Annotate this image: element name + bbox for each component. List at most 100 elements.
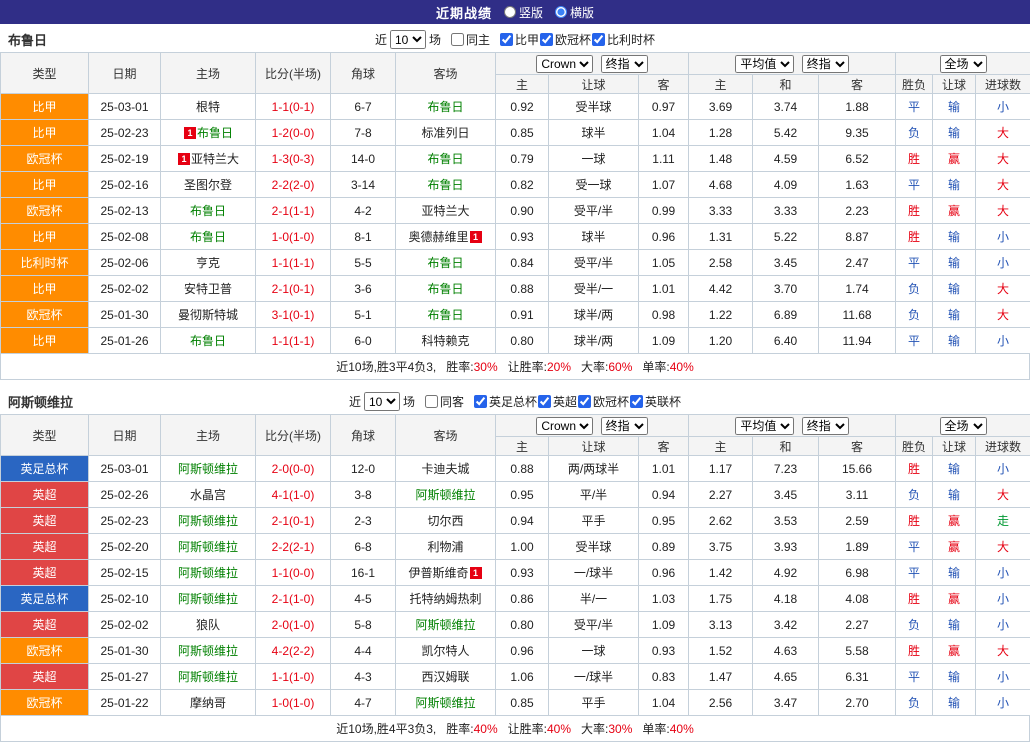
home-team-name[interactable]: 水晶宫 xyxy=(190,488,226,502)
home-team-name[interactable]: 布鲁日 xyxy=(197,126,233,140)
home-team-name[interactable]: 阿斯顿维拉 xyxy=(178,462,238,476)
home-team-name[interactable]: 阿斯顿维拉 xyxy=(178,644,238,658)
same-venue-filter[interactable]: 同主 xyxy=(450,31,490,48)
home-team-name[interactable]: 布鲁日 xyxy=(190,204,226,218)
outcome-cell: 胜 xyxy=(896,224,933,250)
red-card-icon: 1 xyxy=(178,153,190,165)
recent-count-select[interactable]: 10 xyxy=(390,30,426,49)
league-checkbox[interactable] xyxy=(538,395,551,408)
away-team-name[interactable]: 阿斯顿维拉 xyxy=(415,618,475,632)
league-checkbox[interactable] xyxy=(578,395,591,408)
layout-horizontal-option[interactable]: 横版 xyxy=(555,4,594,21)
avg-draw-cell: 5.22 xyxy=(753,224,819,250)
odds-stage-select[interactable]: 终指 xyxy=(601,55,648,73)
home-team-name[interactable]: 亚特兰大 xyxy=(191,152,239,166)
average-select[interactable]: 平均值 xyxy=(735,417,794,435)
odds-home-cell: 0.94 xyxy=(496,508,549,534)
away-team-name[interactable]: 奥德赫维里 xyxy=(408,230,468,244)
goals-result-cell: 大 xyxy=(976,638,1030,664)
handicap-result-cell: 赢 xyxy=(933,508,976,534)
league-filter[interactable]: 欧冠杯 xyxy=(539,31,591,48)
match-row: 比甲 25-02-23 1布鲁日1 1-2(0-0) 7-8 1标准列日1 0.… xyxy=(1,120,1030,146)
home-team-name[interactable]: 阿斯顿维拉 xyxy=(178,670,238,684)
stat-value: 40% xyxy=(547,722,571,736)
away-team-name[interactable]: 阿斯顿维拉 xyxy=(415,488,475,502)
away-team-name[interactable]: 利物浦 xyxy=(427,540,463,554)
league-filter[interactable]: 英超 xyxy=(537,393,577,410)
away-team-name[interactable]: 科特赖克 xyxy=(421,334,469,348)
home-team-name[interactable]: 布鲁日 xyxy=(190,334,226,348)
same-venue-checkbox[interactable] xyxy=(451,33,464,46)
odds-away-cell: 0.83 xyxy=(639,664,689,690)
bookmaker-select[interactable]: Crown xyxy=(536,55,593,73)
avg-away-cell: 1.63 xyxy=(819,172,896,198)
team-section: 阿斯顿维拉 近 10 场 同客 英足总杯 xyxy=(0,389,1030,742)
away-team-name[interactable]: 卡迪夫城 xyxy=(421,462,469,476)
league-filter-label: 英联杯 xyxy=(645,393,681,410)
corners-cell: 7-8 xyxy=(331,120,396,146)
league-type-cell: 欧冠杯 xyxy=(1,198,89,224)
home-team-name[interactable]: 阿斯顿维拉 xyxy=(178,540,238,554)
recent-count-select[interactable]: 10 xyxy=(364,392,400,411)
goals-result-cell: 大 xyxy=(976,276,1030,302)
home-team-name[interactable]: 布鲁日 xyxy=(190,230,226,244)
away-team-name[interactable]: 托特纳姆热刺 xyxy=(409,592,481,606)
league-filter[interactable]: 比利时杯 xyxy=(591,31,655,48)
vertical-layout-radio[interactable] xyxy=(504,6,516,18)
odds-away-cell: 1.09 xyxy=(639,612,689,638)
league-checkbox[interactable] xyxy=(592,33,605,46)
league-filter[interactable]: 英足总杯 xyxy=(473,393,537,410)
away-team-name[interactable]: 凯尔特人 xyxy=(421,644,469,658)
away-team-name[interactable]: 切尔西 xyxy=(427,514,463,528)
home-team-cell: 1阿斯顿维拉1 xyxy=(161,638,256,664)
average-select[interactable]: 平均值 xyxy=(735,55,794,73)
odds-stage-select[interactable]: 终指 xyxy=(601,417,648,435)
away-team-name[interactable]: 西汉姆联 xyxy=(421,670,469,684)
same-venue-checkbox[interactable] xyxy=(425,395,438,408)
same-venue-filter[interactable]: 同客 xyxy=(424,393,464,410)
average-stage-select[interactable]: 终指 xyxy=(802,417,849,435)
league-checkbox[interactable] xyxy=(474,395,487,408)
away-team-name[interactable]: 布鲁日 xyxy=(427,308,463,322)
average-stage-select[interactable]: 终指 xyxy=(802,55,849,73)
layout-vertical-option[interactable]: 竖版 xyxy=(504,4,543,21)
league-checkbox[interactable] xyxy=(500,33,513,46)
avg-away-cell: 11.68 xyxy=(819,302,896,328)
home-team-name[interactable]: 安特卫普 xyxy=(184,282,232,296)
match-row: 英超 25-02-02 1狼队1 2-0(1-0) 5-8 1阿斯顿维拉1 0.… xyxy=(1,612,1030,638)
home-team-name[interactable]: 根特 xyxy=(196,100,220,114)
home-team-name[interactable]: 亨克 xyxy=(196,256,220,270)
away-team-name[interactable]: 布鲁日 xyxy=(427,256,463,270)
home-team-name[interactable]: 摩纳哥 xyxy=(190,696,226,710)
summary-record: 近10场,胜4平3负3, xyxy=(336,720,436,737)
league-filter[interactable]: 比甲 xyxy=(499,31,539,48)
scope-select[interactable]: 全场 xyxy=(940,417,987,435)
away-team-name[interactable]: 布鲁日 xyxy=(427,100,463,114)
avg-away-cell: 1.88 xyxy=(819,94,896,120)
away-team-name[interactable]: 伊普斯维奇 xyxy=(408,566,468,580)
bookmaker-select[interactable]: Crown xyxy=(536,417,593,435)
home-team-name[interactable]: 圣图尔登 xyxy=(184,178,232,192)
odds-away-cell: 0.96 xyxy=(639,224,689,250)
league-filter[interactable]: 英联杯 xyxy=(629,393,681,410)
home-team-name[interactable]: 阿斯顿维拉 xyxy=(178,592,238,606)
away-team-name[interactable]: 亚特兰大 xyxy=(421,204,469,218)
away-team-name[interactable]: 阿斯顿维拉 xyxy=(415,696,475,710)
score-cell: 2-1(0-1) xyxy=(256,276,331,302)
league-checkbox[interactable] xyxy=(540,33,553,46)
date-cell: 25-03-01 xyxy=(89,456,161,482)
horizontal-layout-radio[interactable] xyxy=(555,6,567,18)
league-checkbox[interactable] xyxy=(630,395,643,408)
league-filter[interactable]: 欧冠杯 xyxy=(577,393,629,410)
away-team-name[interactable]: 布鲁日 xyxy=(427,178,463,192)
home-team-name[interactable]: 狼队 xyxy=(196,618,220,632)
away-team-name[interactable]: 布鲁日 xyxy=(427,282,463,296)
away-team-name[interactable]: 标准列日 xyxy=(421,126,469,140)
home-team-name[interactable]: 曼彻斯特城 xyxy=(178,308,238,322)
away-team-name[interactable]: 布鲁日 xyxy=(427,152,463,166)
home-team-name[interactable]: 阿斯顿维拉 xyxy=(178,566,238,580)
home-team-name[interactable]: 阿斯顿维拉 xyxy=(178,514,238,528)
league-type-cell: 比甲 xyxy=(1,94,89,120)
away-team-cell: 1布鲁日1 xyxy=(396,276,496,302)
scope-select[interactable]: 全场 xyxy=(940,55,987,73)
